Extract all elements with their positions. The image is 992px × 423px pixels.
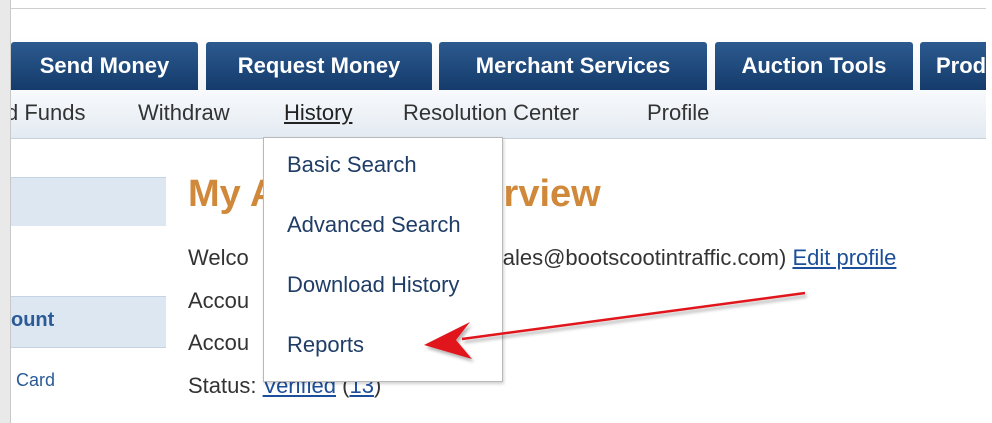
subnav-withdraw[interactable]: Withdraw <box>138 100 230 126</box>
menu-item-basic-search[interactable]: Basic Search <box>287 152 417 178</box>
tab-label: Produ <box>936 53 992 78</box>
subnav-profile[interactable]: Profile <box>647 100 709 126</box>
menu-item-reports[interactable]: Reports <box>287 332 364 358</box>
status-label: Status: <box>188 373 257 398</box>
tab-send-money[interactable]: Send Money <box>11 42 198 90</box>
subnav-add-funds[interactable]: d Funds <box>6 100 86 126</box>
subnav-history[interactable]: History <box>284 100 352 126</box>
history-dropdown-menu: Basic Search Advanced Search Download Hi… <box>263 137 503 382</box>
sidebar-account-section[interactable]: ount <box>11 296 166 348</box>
account-type-label: Accou <box>188 288 250 313</box>
sidebar-card-label: Card <box>16 370 56 390</box>
sidebar-header <box>11 177 166 227</box>
sidebar-spacer <box>11 226 166 296</box>
account-status-label: Accou <box>188 330 250 355</box>
tab-label: Send Money <box>39 53 170 78</box>
account-status-line: Accou <box>188 330 249 356</box>
sidebar-card-item[interactable]: Card <box>11 360 166 400</box>
tab-label: Auction Tools <box>741 53 887 78</box>
tab-products[interactable]: Produ <box>920 42 992 90</box>
main-tab-bar: Send Money Request Money Merchant Servic… <box>11 36 992 90</box>
window-left-edge <box>0 0 11 423</box>
subnav-resolution-center[interactable]: Resolution Center <box>403 100 579 126</box>
sidebar-account-label: ount <box>11 309 55 331</box>
menu-item-download-history[interactable]: Download History <box>287 272 459 298</box>
tab-merchant-services[interactable]: Merchant Services <box>439 42 707 90</box>
menu-item-advanced-search[interactable]: Advanced Search <box>287 212 461 238</box>
sub-navigation: d Funds Withdraw History Resolution Cent… <box>6 90 992 139</box>
account-email: sales@bootscootintraffic.com) <box>491 245 787 270</box>
edit-profile-link[interactable]: Edit profile <box>792 245 896 270</box>
window-right-edge <box>986 0 992 423</box>
account-type-line: Accou <box>188 288 249 314</box>
tab-label: Merchant Services <box>475 53 671 78</box>
welcome-text: Welco <box>188 245 249 270</box>
window-top-edge <box>0 0 992 9</box>
tab-request-money[interactable]: Request Money <box>206 42 432 90</box>
tab-label: Request Money <box>237 53 401 78</box>
tab-auction-tools[interactable]: Auction Tools <box>715 42 913 90</box>
